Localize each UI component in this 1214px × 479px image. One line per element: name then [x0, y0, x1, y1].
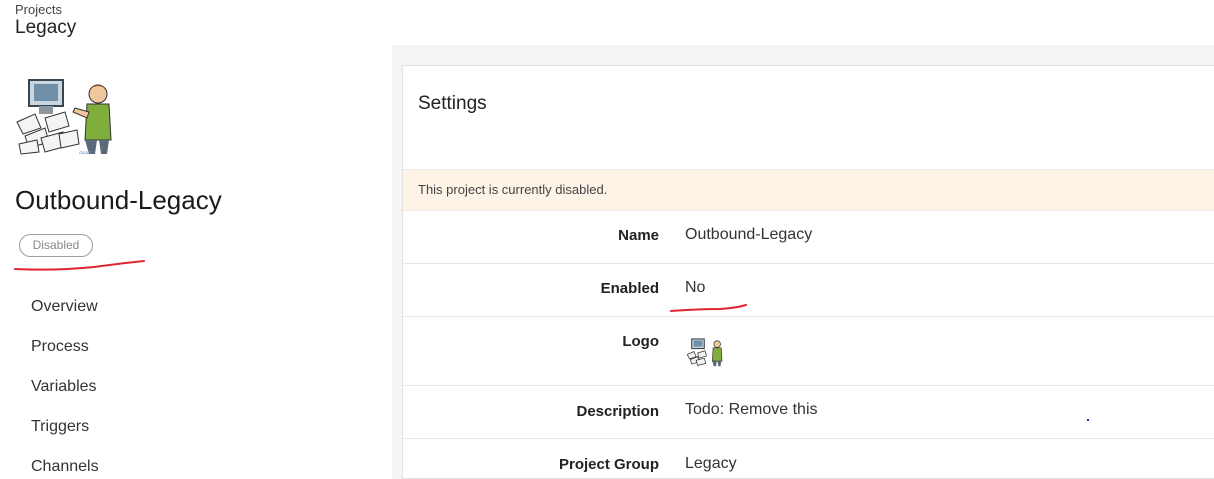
field-label-description: Description [576, 403, 659, 420]
svg-text:clipart: clipart [79, 150, 92, 155]
field-value-project-group: Legacy [685, 455, 737, 472]
nav-item-triggers[interactable]: Triggers [31, 417, 99, 457]
top-bar: Projects Legacy [0, 0, 1214, 45]
project-nav: Overview Process Variables Triggers Chan… [31, 297, 99, 479]
project-name: Outbound-Legacy [15, 185, 222, 215]
field-row-name: Name Outbound-Legacy [403, 211, 1214, 264]
logo-thumbnail-icon [685, 336, 725, 367]
field-label-name: Name [618, 227, 659, 244]
field-label-enabled: Enabled [600, 280, 659, 297]
sidebar: clipart Outbound-Legacy Disabled Overvie… [0, 45, 392, 479]
nav-item-variables[interactable]: Variables [31, 377, 99, 417]
field-row-logo: Logo [403, 317, 1214, 386]
settings-panel: Settings This project is currently disab… [402, 65, 1214, 479]
status-badge: Disabled [19, 234, 93, 257]
stray-dot [1087, 419, 1089, 421]
field-row-enabled: Enabled No [403, 264, 1214, 317]
field-label-project-group: Project Group [558, 456, 659, 473]
nav-item-channels[interactable]: Channels [31, 457, 99, 479]
red-underline-annotation [14, 260, 145, 271]
disabled-alert: This project is currently disabled. [403, 169, 1214, 211]
field-row-description: Description Todo: Remove this [403, 386, 1214, 439]
settings-title: Settings [418, 93, 487, 114]
field-value-description: Todo: Remove this [685, 401, 818, 418]
nav-item-process[interactable]: Process [31, 337, 99, 377]
page-title: Legacy [15, 17, 77, 38]
nav-item-overview[interactable]: Overview [31, 297, 99, 337]
red-underline-annotation [670, 304, 747, 312]
breadcrumb-parent[interactable]: Projects [15, 2, 62, 17]
field-row-project-group: Project Group Legacy [403, 439, 1214, 479]
field-value-enabled: No [685, 279, 706, 296]
field-label-logo: Logo [622, 333, 659, 350]
project-logo-icon: clipart [15, 72, 115, 156]
field-value-name: Outbound-Legacy [685, 226, 813, 243]
